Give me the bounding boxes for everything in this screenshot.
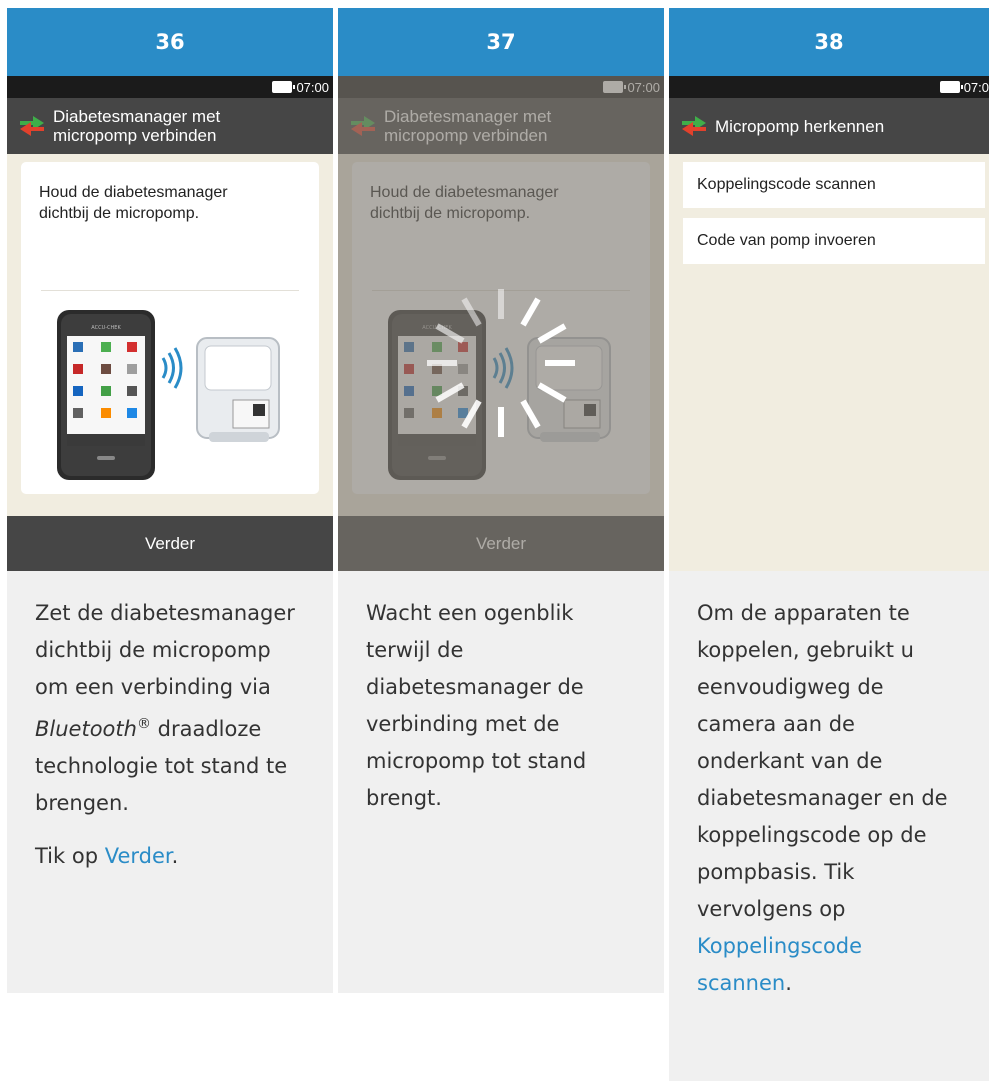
menu-item-scan-pairing-code[interactable]: Koppelingscode scannen — [683, 162, 985, 208]
description-paragraph: Om de apparaten te koppelen, gebruikt u … — [697, 595, 961, 1002]
screen-title: Diabetesmanager met micropomp verbinden — [384, 107, 551, 145]
tap-prefix: Tik op — [35, 844, 105, 868]
status-bar: 07:0 — [669, 76, 989, 98]
divider — [372, 290, 630, 291]
scan-pairing-code-link[interactable]: Koppelingscode scannen — [697, 934, 862, 995]
instruction-text-line1: Houd de diabetesmanager — [39, 184, 228, 201]
instruction-text-line1: Houd de diabetesmanager — [370, 184, 559, 201]
menu-item-enter-pump-code[interactable]: Code van pomp invoeren — [683, 218, 985, 264]
phone-screen: 07:00 Diabetesmanager met micropomp verb… — [7, 76, 333, 571]
sync-arrows-icon — [19, 115, 45, 137]
bluetooth-term: Bluetooth — [35, 717, 137, 741]
step-number: 37 — [338, 8, 664, 76]
screen-title: Micropomp herkennen — [715, 116, 885, 136]
description-text: Wacht een ogenblik terwijl de diabetesma… — [366, 601, 587, 810]
step-description: Om de apparaten te koppelen, gebruikt u … — [669, 571, 989, 1081]
description-text: Om de apparaten te koppelen, gebruikt u … — [697, 601, 948, 921]
status-time: 07:00 — [627, 79, 660, 95]
status-bar: 07:00 — [338, 76, 664, 98]
instruction-text-line2: dichtbij de micropomp. — [370, 205, 531, 222]
step-36-column: 36 07:00 Diabetesmanager met micropomp v… — [7, 8, 333, 993]
sync-arrows-icon — [681, 115, 707, 137]
instruction-text: Houd de diabetesmanager dichtbij de micr… — [370, 182, 630, 224]
description-suffix: . — [785, 971, 792, 995]
registered-mark: ® — [136, 716, 151, 732]
continue-link[interactable]: Verder — [105, 844, 172, 868]
step-description: Zet de diabetesmanager dichtbij de micro… — [7, 571, 333, 993]
battery-icon — [603, 81, 627, 93]
tap-suffix: . — [171, 844, 179, 868]
screen-title-line1: Diabetesmanager met — [53, 107, 221, 126]
pairing-illustration — [49, 302, 291, 488]
battery-icon — [939, 81, 963, 93]
screen-title: Diabetesmanager met micropomp verbinden — [53, 107, 220, 145]
status-time: 07:00 — [296, 79, 329, 95]
status-time: 07:0 — [963, 79, 989, 95]
title-bar: Diabetesmanager met micropomp verbinden — [7, 98, 333, 154]
screen-title-line2: micropomp verbinden — [53, 126, 217, 145]
screen-title-line1: Diabetesmanager met — [384, 107, 552, 126]
step-description: Wacht een ogenblik terwijl de diabetesma… — [338, 571, 664, 993]
tap-instruction: Tik op Verder. — [35, 838, 305, 875]
step-number: 36 — [7, 8, 333, 76]
status-bar: 07:00 — [7, 76, 333, 98]
instruction-text-line2: dichtbij de micropomp. — [39, 205, 200, 222]
step-37-column: 37 07:00 Diabetesmanager met micropomp v… — [338, 8, 664, 993]
continue-button: Verder — [338, 516, 664, 571]
description-text: Zet de diabetesmanager dichtbij de micro… — [35, 601, 295, 699]
battery-icon — [272, 81, 296, 93]
continue-button[interactable]: Verder — [7, 516, 333, 571]
step-38-column: 38 07:0 Micropomp herkennen Koppelingsco… — [669, 8, 989, 1081]
title-bar: Diabetesmanager met micropomp verbinden — [338, 98, 664, 154]
screen-title-line2: micropomp verbinden — [384, 126, 548, 145]
step-number: 38 — [669, 8, 989, 76]
sync-arrows-icon — [350, 115, 376, 137]
divider — [41, 290, 299, 291]
phone-screen: 07:00 Diabetesmanager met micropomp verb… — [338, 76, 664, 571]
description-paragraph: Zet de diabetesmanager dichtbij de micro… — [35, 595, 305, 822]
instruction-text: Houd de diabetesmanager dichtbij de micr… — [39, 182, 299, 224]
instruction-card: Houd de diabetesmanager dichtbij de micr… — [352, 162, 650, 494]
instruction-card: Houd de diabetesmanager dichtbij de micr… — [21, 162, 319, 494]
title-bar: Micropomp herkennen — [669, 98, 989, 154]
phone-screen: 07:0 Micropomp herkennen Koppelingscode … — [669, 76, 989, 571]
pairing-illustration — [380, 302, 622, 488]
